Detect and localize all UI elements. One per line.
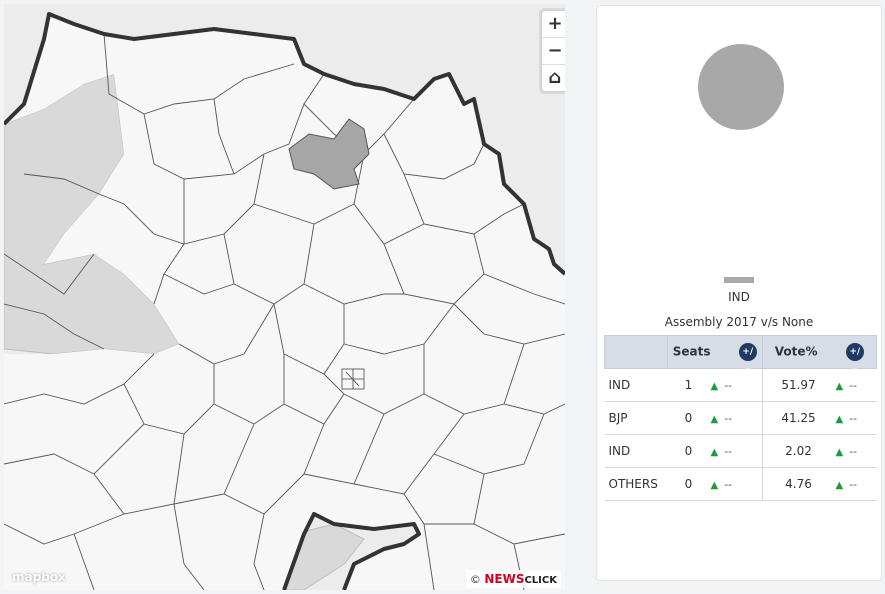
table-header-row: Seats +/− Vote% +/− <box>604 335 877 375</box>
map-controls: + − ⌂ <box>541 10 565 92</box>
vote-value: 51.97 <box>762 368 835 402</box>
seats-value: 0 <box>667 401 710 435</box>
copyright-symbol: © <box>469 573 481 586</box>
party-name: BJP <box>604 401 668 435</box>
header-seats-label: Seats <box>672 344 711 359</box>
seats-change-toggle-icon[interactable]: +/− <box>738 343 757 375</box>
vote-change: -- <box>849 444 858 458</box>
results-table: Seats +/− Vote% +/− IND 1 ▲ -- 51.97 ▲ -- BJP 0 ▲… <box>604 335 877 501</box>
up-arrow-icon: ▲ <box>710 380 719 392</box>
legend-label-ind: IND <box>728 290 750 304</box>
seats-value: 1 <box>667 368 710 402</box>
seats-change: -- <box>724 378 733 392</box>
vote-value: 2.02 <box>762 434 835 468</box>
table-row: IND 0 ▲ -- 2.02 ▲ -- <box>604 434 877 468</box>
zoom-out-button[interactable]: − <box>542 38 565 65</box>
vote-change: -- <box>849 378 858 392</box>
table-row: OTHERS 0 ▲ -- 4.76 ▲ -- <box>604 467 877 501</box>
home-icon[interactable]: ⌂ <box>542 65 565 91</box>
vote-value: 41.25 <box>762 401 835 435</box>
results-panel: IND Assembly 2017 v/s None Seats +/− Vot… <box>596 5 882 581</box>
party-name: IND <box>604 368 668 402</box>
newsclick-logo-click: CLICK <box>524 575 557 586</box>
up-arrow-icon: ▲ <box>835 413 844 425</box>
up-arrow-icon: ▲ <box>710 479 719 491</box>
seats-change: -- <box>724 411 733 425</box>
constituency-map[interactable]: + − ⌂ mapbox © NEWSCLICK <box>4 4 565 590</box>
table-title: Assembly 2017 v/s None <box>664 315 814 329</box>
up-arrow-icon: ▲ <box>710 446 719 458</box>
party-name: IND <box>604 434 668 468</box>
vote-share-pie-chart <box>698 44 784 130</box>
header-vote: Vote% +/− <box>761 335 877 375</box>
newsclick-logo-news: NEWS <box>484 572 525 586</box>
up-arrow-icon: ▲ <box>835 479 844 491</box>
seats-value: 0 <box>667 434 710 468</box>
pie-legend: IND <box>597 268 881 304</box>
table-row: IND 1 ▲ -- 51.97 ▲ -- <box>604 368 877 402</box>
map-canvas[interactable] <box>4 4 565 590</box>
mapbox-logo[interactable]: mapbox <box>12 570 66 584</box>
up-arrow-icon: ▲ <box>710 413 719 425</box>
seats-change: -- <box>724 477 733 491</box>
legend-swatch-ind <box>724 277 754 283</box>
vote-change: -- <box>849 477 858 491</box>
vote-change: -- <box>849 411 858 425</box>
vote-value: 4.76 <box>762 467 835 501</box>
vote-change-toggle-icon[interactable]: +/− <box>845 343 864 375</box>
party-name: OTHERS <box>604 467 668 501</box>
header-seats: Seats +/− <box>667 335 763 375</box>
seats-change: -- <box>724 444 733 458</box>
zoom-in-button[interactable]: + <box>542 11 565 38</box>
up-arrow-icon: ▲ <box>835 380 844 392</box>
up-arrow-icon: ▲ <box>835 446 844 458</box>
attribution[interactable]: © NEWSCLICK <box>465 570 561 588</box>
header-party <box>604 335 668 369</box>
table-row: BJP 0 ▲ -- 41.25 ▲ -- <box>604 401 877 435</box>
pie-slice-ind[interactable] <box>698 44 784 130</box>
seats-value: 0 <box>667 467 710 501</box>
header-vote-label: Vote% <box>774 344 818 359</box>
